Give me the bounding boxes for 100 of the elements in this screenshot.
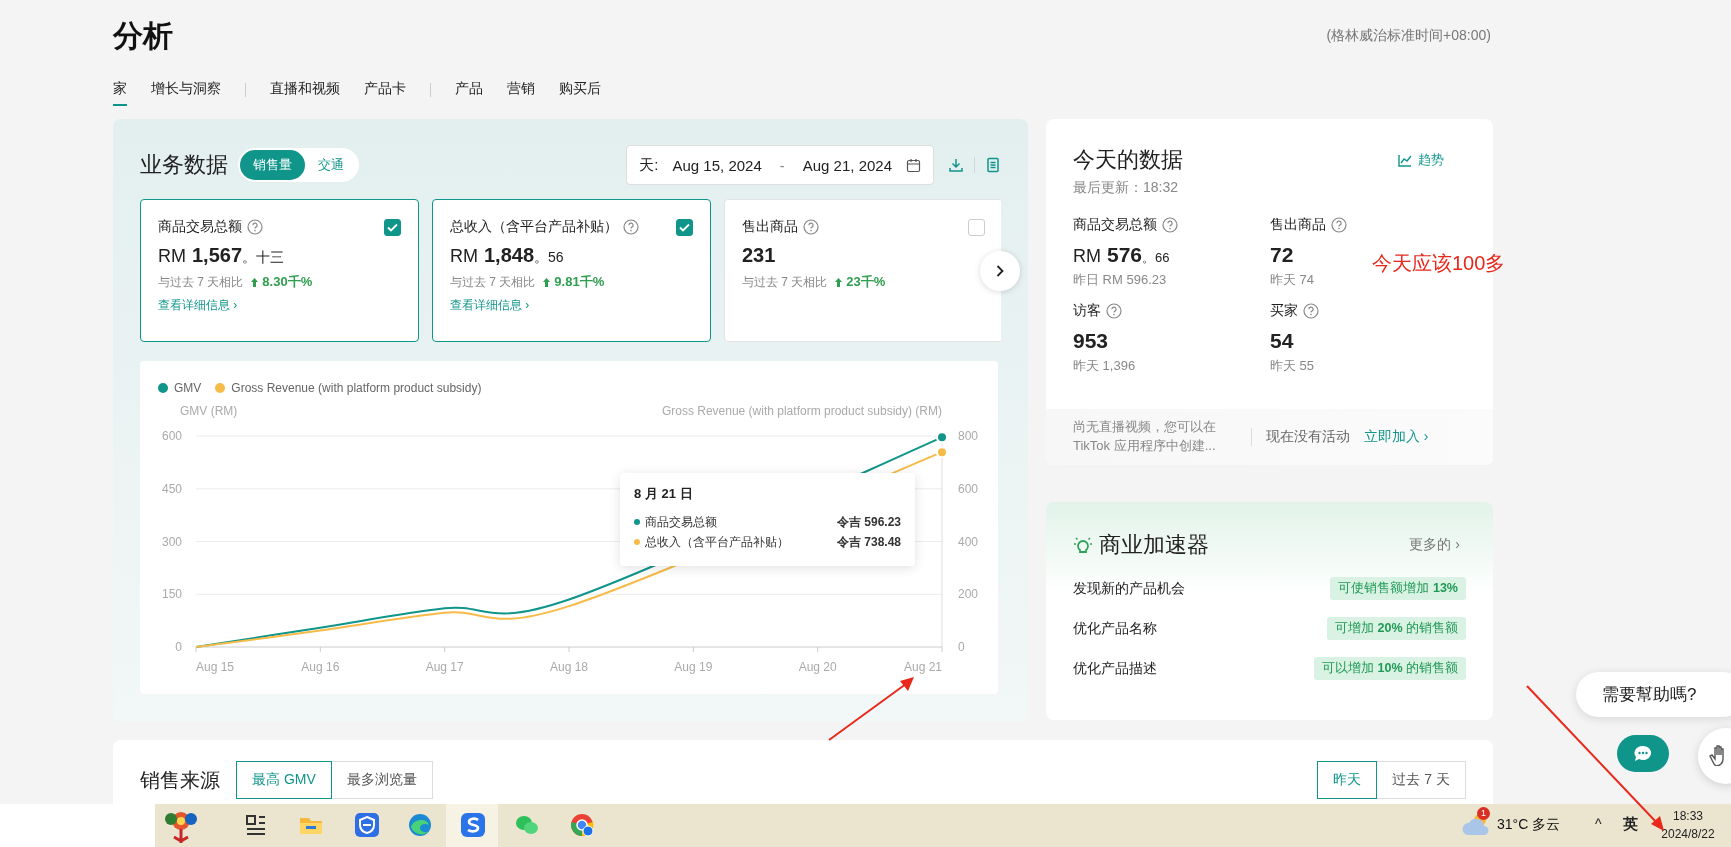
lightbulb-icon [1073, 535, 1093, 555]
more-link[interactable]: 更多的 › [1409, 536, 1460, 554]
nav-tab[interactable]: 产品 [455, 74, 483, 106]
metric-title: 总收入（含平台产品补贴） [450, 218, 618, 236]
previous-value: 昨天 1,396 [1073, 357, 1136, 375]
help-icon[interactable] [1162, 217, 1178, 233]
axis-label: Aug 20 [798, 660, 837, 674]
metric-label: 售出商品 [1270, 216, 1326, 234]
nav-tab[interactable]: 家 [113, 74, 127, 106]
axis-label: Aug 17 [425, 660, 464, 674]
change-value: 9.81千% [554, 273, 605, 291]
checkmark-icon [679, 222, 690, 232]
up-arrow-icon [835, 277, 843, 287]
filter-tab[interactable]: 昨天 [1317, 761, 1378, 799]
axis-label: 450 [161, 481, 182, 496]
help-icon[interactable] [1331, 217, 1347, 233]
join-link[interactable]: 立即加入 › [1363, 428, 1429, 446]
data-point [936, 446, 948, 459]
mode-tab[interactable]: 销售量 [240, 150, 305, 180]
nav-tab[interactable]: 产品卡 [364, 74, 406, 106]
filter-tab[interactable]: 过去 7 天 [1376, 761, 1466, 799]
trend-link[interactable]: 趋势 [1398, 151, 1444, 169]
tooltip-title: 8 月 21 日 [634, 485, 694, 503]
timezone-label: (格林威治标准时间+08:00) [1326, 27, 1491, 45]
up-arrow-icon [543, 277, 551, 287]
annotation-note: 今天应该100多 [1372, 251, 1506, 276]
clock[interactable]: 18:33 2024/8/22 [1645, 807, 1731, 843]
opportunity-label: 发现新的产品机会 [1073, 579, 1185, 598]
app-icon[interactable] [460, 812, 486, 838]
legend-item: Gross Revenue (with platform product subsidy) [215, 381, 482, 395]
axis-label: Aug 15 [196, 660, 235, 674]
browser-icon[interactable] [407, 812, 433, 838]
checkbox[interactable] [384, 218, 401, 236]
page-title: 分析 [113, 17, 173, 54]
help-icon[interactable] [247, 219, 263, 235]
mode-toggle[interactable]: 销售量 交通 [238, 148, 359, 182]
help-icon[interactable] [803, 219, 819, 235]
uplift-tag: 可增加 20% 的销售额 [1327, 617, 1466, 640]
metric-label: 商品交易总额 [1073, 216, 1157, 234]
tooltip-value: 令吉 596.23 [836, 513, 901, 531]
date-range-field[interactable]: 天: Aug 15, 2024 - Aug 21, 2024 [626, 145, 934, 185]
change-value: 23千% [846, 273, 886, 291]
help-icon[interactable] [1106, 303, 1122, 319]
metric-title: 售出商品 [742, 218, 798, 236]
metric-value: 72 [1270, 243, 1294, 267]
compare-label: 与过去 7 天相比 [742, 273, 828, 291]
previous-value: 昨天 55 [1270, 357, 1315, 375]
shield-app-icon[interactable] [354, 812, 380, 838]
checkbox[interactable] [676, 218, 693, 236]
axis-label: 800 [958, 429, 979, 443]
nav-tab[interactable]: 购买后 [559, 74, 601, 106]
document-icon[interactable] [985, 157, 1001, 173]
download-icon[interactable] [948, 157, 964, 173]
weather-label[interactable]: 31°C 多云 [1497, 816, 1561, 834]
chart-icon [1398, 153, 1412, 167]
help-icon[interactable] [1303, 303, 1319, 319]
next-button[interactable] [980, 251, 1020, 291]
metric-value: 953 [1073, 329, 1109, 353]
tooltip-value: 令吉 738.48 [836, 533, 901, 551]
search-field[interactable] [0, 804, 155, 847]
section-title: 今天的数据 [1073, 146, 1183, 174]
uplift-tag: 可使销售额增加 13% [1330, 577, 1466, 600]
axis-label: 0 [958, 640, 965, 654]
legend-item: GMV [158, 381, 202, 395]
metric-value: 54 [1270, 329, 1294, 353]
chat-bubble-icon [1633, 744, 1653, 763]
legend-label: GMV [174, 381, 202, 395]
help-icon[interactable] [623, 219, 639, 235]
axis-label: Aug 18 [550, 660, 588, 674]
live-notice: 尚无直播视频，您可以在 TikTok 应用程序中创建... [1073, 418, 1217, 455]
nav-tab[interactable]: 增长与洞察 [151, 74, 221, 106]
filter-tab[interactable]: 最多浏览量 [330, 761, 433, 799]
metric-label: 访客 [1073, 302, 1101, 320]
checkbox[interactable] [968, 218, 985, 236]
uplift-tag: 可以增加 10% 的销售额 [1314, 657, 1466, 680]
compare-label: 与过去 7 天相比 [450, 273, 536, 291]
axis-label: 300 [161, 534, 182, 549]
tooltip-label: 总收入（含平台产品补贴） [645, 533, 789, 551]
change-value: 8.30千% [262, 273, 313, 291]
help-bubble: 需要幫助嗎? [1576, 672, 1731, 717]
axis-label: 200 [958, 587, 979, 602]
details-link[interactable]: 查看详细信息 › [450, 297, 530, 314]
activity-status: 现在没有活动 [1265, 428, 1350, 446]
browser-profile-icon[interactable] [569, 812, 595, 838]
details-link[interactable]: 查看详细信息 › [158, 297, 238, 314]
chat-button[interactable] [1617, 735, 1669, 772]
tray-caret[interactable]: ^ [1595, 816, 1602, 832]
calendar-icon [906, 157, 921, 173]
tooltip-label: 商品交易总额 [645, 513, 717, 531]
filter-tab[interactable]: 最高 GMV [236, 761, 332, 799]
axis-title: Gross Revenue (with platform product subsidy) (RM) [661, 405, 942, 418]
metric-value: 231 [742, 244, 777, 267]
axis-label: 600 [161, 429, 182, 443]
up-arrow-icon [251, 277, 259, 287]
input-method[interactable]: 英 [1623, 815, 1638, 834]
metric-title: 商品交易总额 [158, 218, 242, 236]
nav-tab[interactable]: 直播和视频 [270, 74, 340, 106]
opportunity-label: 优化产品名称 [1073, 619, 1157, 638]
mode-tab[interactable]: 交通 [305, 150, 357, 180]
nav-tab[interactable]: 营销 [507, 74, 535, 106]
